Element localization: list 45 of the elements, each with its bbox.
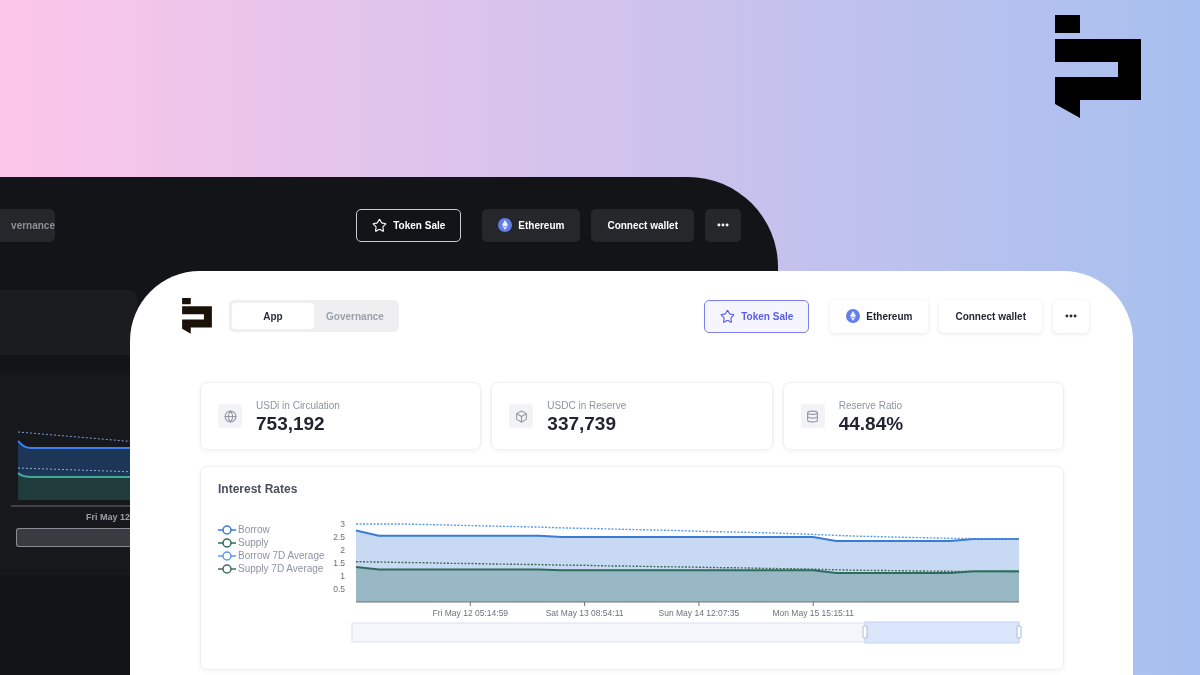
- connect-wallet-button[interactable]: Connect wallet: [591, 208, 694, 242]
- token-sale-button[interactable]: Token Sale: [356, 208, 462, 242]
- stat-label: Reserve Ratio: [838, 399, 903, 411]
- axis-label: Fri May 12 05:14:59: [432, 608, 509, 618]
- range-slider[interactable]: [351, 621, 1022, 644]
- legend-marker-icon: [218, 550, 236, 561]
- globe-icon: [223, 409, 237, 423]
- network-button[interactable]: Ethereum: [830, 299, 929, 333]
- legend-marker-icon: [218, 563, 236, 574]
- axis-label: Sun May 14 12:07:35: [658, 608, 740, 618]
- legend-item[interactable]: Supply: [218, 537, 331, 548]
- ethereum-icon: [498, 218, 513, 232]
- more-button[interactable]: [1053, 299, 1089, 333]
- more-button[interactable]: [705, 208, 741, 242]
- connect-wallet-button[interactable]: Connect wallet: [939, 299, 1042, 333]
- network-button[interactable]: Ethereum: [482, 208, 581, 242]
- stat-label: USDi in Circulation: [256, 399, 340, 411]
- stat-value: 753,192: [256, 412, 326, 435]
- legend-item[interactable]: Borrow: [218, 524, 331, 535]
- partial-tab[interactable]: vernance: [0, 208, 55, 242]
- legend-marker-icon: [218, 524, 236, 535]
- legend-item[interactable]: Supply 7D Average: [218, 563, 331, 574]
- stat-value: 44.84%: [838, 412, 904, 435]
- chart-title: Interest Rates: [218, 482, 299, 496]
- axis-label: Sat May 13 08:54:11: [545, 608, 624, 618]
- axis-label: 1.5: [333, 558, 345, 568]
- axis-label: Fri May 12: [85, 512, 130, 522]
- cube-icon: [514, 409, 528, 423]
- axis-label: 0.5: [333, 584, 345, 594]
- stat-label: USDC in Reserve: [547, 399, 627, 411]
- axis-label: 3: [340, 519, 345, 529]
- token-sale-button[interactable]: Token Sale: [704, 299, 810, 333]
- star-icon: [372, 217, 388, 233]
- app-logo: [182, 298, 212, 334]
- stat-value: 337,739: [547, 412, 617, 435]
- legend-item[interactable]: Borrow 7D Average: [218, 550, 331, 561]
- database-icon: [806, 409, 820, 423]
- legend-marker-icon: [218, 537, 236, 548]
- nav-tab[interactable]: App: [232, 303, 314, 329]
- axis-label: 2.5: [333, 532, 345, 542]
- axis-label: 2: [340, 545, 345, 555]
- ethereum-icon: [846, 309, 861, 323]
- axis-label: Mon May 15 15:15:11: [772, 608, 855, 618]
- star-icon: [720, 308, 736, 324]
- axis-label: 1: [340, 571, 345, 581]
